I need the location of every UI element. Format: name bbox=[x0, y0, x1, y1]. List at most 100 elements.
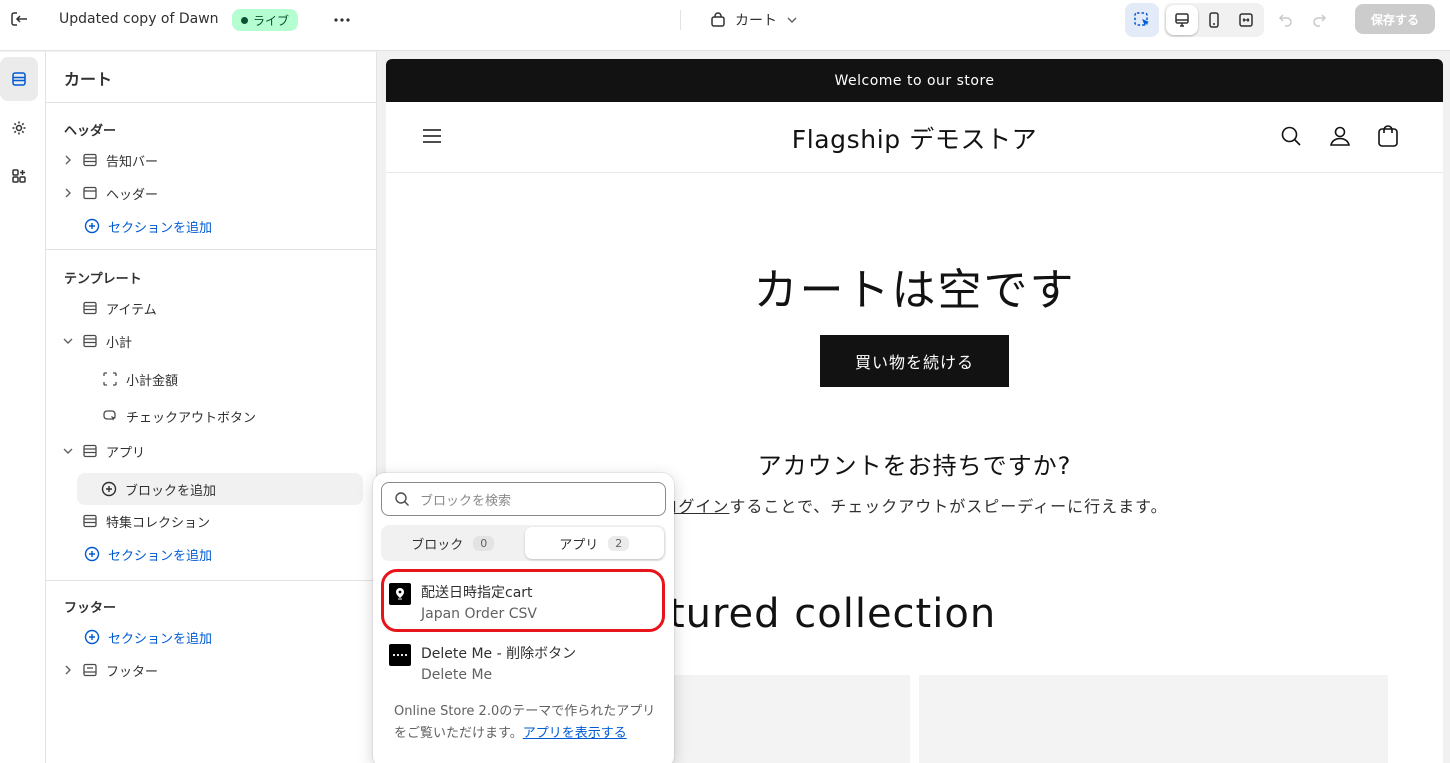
tab-blocks[interactable]: ブロック 0 bbox=[383, 527, 523, 559]
sidebar-item-announcement-bar[interactable]: 告知バー bbox=[60, 145, 360, 175]
sidebar-item-label: 小計 bbox=[106, 335, 133, 351]
section-icon bbox=[82, 152, 98, 168]
store-header: Flagship デモストア bbox=[386, 102, 1443, 173]
header-section-icon bbox=[82, 185, 98, 201]
cart-icon[interactable] bbox=[1376, 123, 1400, 149]
account-text-body: することで、チェックアウトがスピーディーに行えます。 bbox=[729, 497, 1168, 516]
mobile-icon bbox=[1205, 11, 1223, 29]
sections-sidebar: カート ヘッダー 告知バー ヘッダー セクションを追加 テンプレート アイテム … bbox=[46, 52, 377, 763]
sidebar-item-footer[interactable]: フッター bbox=[60, 655, 360, 685]
sidebar-item-label: アイテム bbox=[106, 302, 157, 318]
inspector-button[interactable] bbox=[1125, 3, 1159, 37]
sidebar-item-label: チェックアウトボタン bbox=[126, 410, 257, 426]
add-section-template-button[interactable]: セクションを追加 bbox=[84, 542, 212, 566]
live-dot-icon bbox=[241, 16, 248, 24]
announcement-bar[interactable]: Welcome to our store bbox=[386, 59, 1443, 102]
add-section-label: セクションを追加 bbox=[108, 631, 213, 647]
add-section-label: セクションを追加 bbox=[108, 548, 213, 564]
empty-cart-title: カートは空です bbox=[753, 265, 1076, 316]
app-block-item[interactable]: Delete Me - 削除ボタン Delete Me bbox=[381, 634, 666, 690]
sidebar-item-featured-collection[interactable]: 特集コレクション bbox=[60, 506, 360, 536]
chevron-down-icon[interactable] bbox=[60, 443, 76, 459]
sidebar-divider bbox=[46, 580, 377, 581]
theme-settings-nav-button[interactable] bbox=[0, 106, 38, 150]
sidebar-item-checkout-button[interactable]: チェックアウトボタン bbox=[102, 401, 402, 431]
tab-count: 2 bbox=[608, 535, 630, 551]
mobile-view-button[interactable] bbox=[1198, 5, 1230, 35]
plus-circle-icon bbox=[84, 218, 100, 234]
sidebar-title: カート bbox=[64, 70, 113, 89]
tab-count: 0 bbox=[473, 535, 495, 551]
top-bar: Updated copy of Dawn ライブ カート 保存する bbox=[0, 0, 1450, 51]
add-block-button[interactable]: ブロックを追加 bbox=[77, 473, 363, 505]
plus-circle-icon bbox=[101, 481, 117, 497]
block-search-input[interactable]: ブロックを検索 bbox=[381, 482, 666, 516]
fullwidth-view-button[interactable] bbox=[1230, 5, 1262, 35]
redo-icon[interactable] bbox=[1311, 10, 1329, 28]
chevron-right-icon[interactable] bbox=[60, 662, 76, 678]
sidebar-divider bbox=[46, 249, 377, 250]
section-icon bbox=[82, 443, 98, 459]
popover-note: Online Store 2.0のテーマで作られたアプリをご覧いただけます。アプ… bbox=[394, 701, 656, 745]
sidebar-item-apps[interactable]: アプリ bbox=[60, 436, 360, 466]
expand-icon bbox=[1237, 11, 1255, 29]
app-logo-icon bbox=[389, 644, 411, 666]
section-icon bbox=[82, 513, 98, 529]
sidebar-item-subtotal[interactable]: 小計 bbox=[60, 326, 360, 356]
viewport-toggle bbox=[1164, 3, 1264, 37]
sidebar-item-label: アプリ bbox=[106, 445, 146, 461]
product-card[interactable] bbox=[919, 675, 1388, 763]
block-tabs: ブロック 0 アプリ 2 bbox=[381, 525, 666, 561]
inspector-tools bbox=[1125, 3, 1159, 37]
tab-label: アプリ bbox=[559, 537, 599, 553]
sidebar-item-label: 告知バー bbox=[106, 154, 159, 170]
apps-nav-button[interactable] bbox=[0, 154, 38, 198]
apps-icon bbox=[10, 167, 28, 185]
add-block-label: ブロックを追加 bbox=[125, 483, 217, 499]
add-section-footer-button[interactable]: セクションを追加 bbox=[84, 625, 212, 649]
search-icon[interactable] bbox=[1279, 124, 1303, 148]
sidebar-item-subtotal-price[interactable]: 小計金額 bbox=[102, 364, 402, 394]
inspector-icon bbox=[1132, 10, 1152, 30]
sections-nav-button[interactable] bbox=[0, 57, 38, 101]
page-selector[interactable]: カート bbox=[709, 8, 799, 32]
sidebar-item-items[interactable]: アイテム bbox=[60, 293, 360, 323]
search-placeholder: ブロックを検索 bbox=[420, 493, 512, 509]
plus-circle-icon bbox=[84, 546, 100, 562]
live-status-badge: ライブ bbox=[232, 9, 299, 31]
more-actions-button[interactable] bbox=[330, 8, 354, 32]
left-rail bbox=[0, 52, 46, 763]
account-icon[interactable] bbox=[1328, 124, 1352, 148]
sections-icon bbox=[10, 70, 28, 88]
chevron-right-icon[interactable] bbox=[60, 185, 76, 201]
app-vendor: Delete Me bbox=[421, 667, 493, 683]
tab-apps[interactable]: アプリ 2 bbox=[524, 527, 664, 559]
live-badge-label: ライブ bbox=[253, 13, 290, 28]
sidebar-item-label: 小計金額 bbox=[126, 373, 179, 389]
chevron-down-icon[interactable] bbox=[60, 333, 76, 349]
sidebar-item-header[interactable]: ヘッダー bbox=[60, 178, 360, 208]
exit-icon[interactable] bbox=[8, 8, 30, 30]
view-apps-link[interactable]: アプリを表示する bbox=[523, 726, 627, 741]
sidebar-divider bbox=[46, 102, 377, 103]
add-section-header-button[interactable]: セクションを追加 bbox=[84, 214, 212, 238]
desktop-view-button[interactable] bbox=[1166, 5, 1198, 35]
highlight-annotation bbox=[381, 569, 665, 632]
chevron-down-icon bbox=[785, 13, 799, 27]
plus-circle-icon bbox=[84, 629, 100, 645]
undo-icon[interactable] bbox=[1276, 10, 1294, 28]
desktop-icon bbox=[1173, 11, 1191, 29]
footer-group-title: フッター bbox=[64, 601, 117, 616]
sidebar-item-label: 特集コレクション bbox=[106, 515, 211, 531]
save-button[interactable]: 保存する bbox=[1355, 4, 1435, 34]
sidebar-item-label: ヘッダー bbox=[106, 187, 159, 203]
button-block-icon bbox=[102, 408, 118, 424]
gear-icon bbox=[10, 119, 28, 137]
sidebar-item-label: フッター bbox=[106, 664, 159, 680]
chevron-right-icon[interactable] bbox=[60, 152, 76, 168]
bag-icon bbox=[709, 11, 727, 29]
block-icon bbox=[102, 371, 118, 387]
continue-shopping-button[interactable]: 買い物を続ける bbox=[820, 335, 1009, 387]
section-icon bbox=[82, 300, 98, 316]
toolbar-divider bbox=[680, 10, 681, 30]
